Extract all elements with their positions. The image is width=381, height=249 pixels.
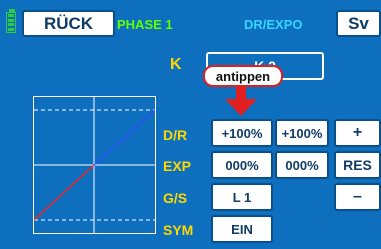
channel-label: K	[170, 56, 182, 73]
dr-expo-screen: RÜCK PHASE 1 DR/EXPO Sv K K 2 antippen D…	[0, 0, 381, 249]
exp-label: EXP	[163, 158, 192, 174]
reset-button[interactable]: RES	[334, 151, 381, 179]
dr-right-value[interactable]: +100%	[275, 119, 329, 147]
expo-curve-graph	[33, 96, 156, 234]
menu-title: DR/EXPO	[244, 17, 303, 32]
curve-negative	[34, 164, 95, 221]
gs-value[interactable]: L 1	[211, 183, 273, 211]
dr-left-value[interactable]: +100%	[211, 119, 273, 147]
gs-label: G/S	[163, 190, 188, 206]
curve-positive	[93, 109, 155, 166]
tap-callout: antippen	[203, 65, 283, 87]
battery-icon	[6, 9, 18, 35]
back-button[interactable]: RÜCK	[22, 10, 115, 37]
exp-right-value[interactable]: 000%	[275, 151, 329, 179]
sym-value[interactable]: EIN	[211, 215, 273, 243]
arrow-down-icon	[225, 87, 257, 116]
sv-button[interactable]: Sv	[336, 10, 381, 37]
dr-label: D/R	[163, 127, 188, 143]
sym-label: SYM	[163, 222, 194, 238]
exp-left-value[interactable]: 000%	[211, 151, 273, 179]
minus-button[interactable]: –	[334, 183, 381, 211]
phase-label: PHASE 1	[117, 17, 173, 32]
plus-button[interactable]: +	[334, 119, 381, 147]
